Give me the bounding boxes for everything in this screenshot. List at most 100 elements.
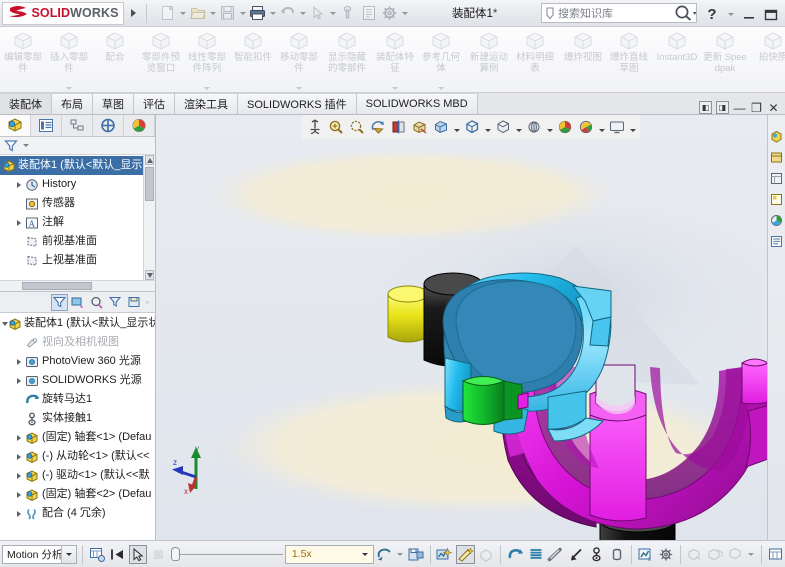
ribbon-button-move-component[interactable]: 移动零部件 [276, 27, 322, 91]
solidworks-logo[interactable]: SOLIDWORKS [2, 1, 124, 25]
property-manager-tab[interactable] [31, 115, 62, 136]
design-library-icon[interactable] [769, 150, 784, 165]
save-view-button[interactable] [127, 294, 144, 311]
loop-mode-dropdown[interactable] [396, 544, 405, 565]
ribbon-button-exploded-view[interactable]: 爆炸视图 [560, 27, 606, 91]
tab-0[interactable]: 装配体 [0, 93, 52, 114]
tree-item[interactable]: 旋转马达1 [0, 390, 155, 409]
restore-doc-left-button[interactable]: ◧ [699, 101, 712, 114]
tree-expander[interactable] [13, 371, 24, 390]
apply-scene-dropdown[interactable] [545, 117, 554, 138]
display-manager-tab[interactable] [124, 115, 155, 136]
animation-wizard-button[interactable] [436, 545, 454, 564]
slider-knob[interactable] [171, 547, 181, 561]
minimize-doc-button[interactable]: — [733, 101, 746, 115]
feature-tree-scrollbar-h[interactable] [0, 280, 155, 291]
scroll-down-arrow[interactable] [145, 270, 154, 280]
feature-tree-scroll-thumb[interactable] [145, 167, 154, 201]
help-dropdown[interactable] [726, 4, 735, 25]
undo-dropdown[interactable] [298, 3, 307, 24]
tree-item[interactable]: PhotoView 360 光源 [0, 352, 155, 371]
tree-expander[interactable] [13, 485, 24, 504]
ribbon-button-bill-of-materials[interactable]: 材料明细表 [512, 27, 558, 91]
tab-1[interactable]: 布局 [52, 93, 93, 114]
filter-dropdown[interactable] [21, 135, 30, 156]
motion-study-type-select[interactable]: Motion 分析 [2, 544, 78, 564]
tree-expander[interactable] [13, 504, 24, 523]
restore-doc-button[interactable]: ❐ [750, 101, 763, 115]
print-document-button[interactable] [247, 3, 268, 24]
ribbon-button-assembly-feature[interactable]: 装配体特征 [372, 27, 418, 91]
section-view-icon[interactable] [389, 117, 409, 138]
new-document-button[interactable] [157, 3, 178, 24]
undo-button[interactable] [277, 3, 298, 24]
scroll-up-arrow[interactable] [145, 155, 154, 165]
filter-tree-button[interactable] [50, 293, 68, 311]
search-input[interactable]: 搜索知识库 [558, 5, 613, 21]
options-dropdown[interactable] [400, 3, 409, 24]
ribbon-button-dropdown[interactable] [204, 87, 210, 90]
view-orientation-icon[interactable] [410, 117, 430, 138]
new-document-dropdown[interactable] [178, 3, 187, 24]
motion-study-properties-button[interactable] [88, 545, 106, 564]
search-icon[interactable] [674, 4, 698, 22]
maximize-button[interactable] [763, 6, 779, 24]
tab-3[interactable]: 评估 [134, 93, 175, 114]
ribbon-button-take-snapshot[interactable]: 拍快照 [750, 27, 785, 91]
add-key-button[interactable] [456, 544, 475, 564]
scene-icon[interactable] [576, 117, 596, 138]
assembly-model[interactable] [156, 115, 785, 540]
results-plots-button[interactable]: x [637, 545, 655, 564]
tab-6[interactable]: SOLIDWORKS MBD [356, 93, 478, 114]
tree-item[interactable]: (-) 驱动<1> (默认<<默 [0, 466, 155, 485]
save-document-dropdown[interactable] [238, 3, 247, 24]
tree-item[interactable]: (固定) 轴套<2> (Defau [0, 485, 155, 504]
solidworks-resources-icon[interactable] [769, 129, 784, 144]
tree-item[interactable]: SOLIDWORKS 光源 [0, 371, 155, 390]
ribbon-button-new-motion-study[interactable]: 新建运动算例 [466, 27, 512, 91]
spring-button[interactable] [527, 545, 545, 564]
play-button[interactable] [128, 544, 148, 564]
viewport-layout-icon[interactable] [607, 117, 627, 138]
rotary-motor-button[interactable] [506, 545, 524, 564]
tree-item[interactable]: 装配体1 (默认<默认_显示状 [0, 156, 155, 175]
tab-4[interactable]: 渲染工具 [175, 93, 238, 114]
tree-item[interactable]: 装配体1 (默认<默认_显示状 [0, 314, 155, 333]
collapse-all-button[interactable] [686, 545, 704, 564]
force-button[interactable] [567, 545, 585, 564]
display-style-dropdown[interactable] [452, 117, 461, 138]
tree-expander[interactable] [13, 213, 24, 232]
timeline-view-button[interactable] [767, 545, 785, 564]
tree-item[interactable]: (-) 从动轮<1> (默认<< [0, 447, 155, 466]
tools-overflow[interactable]: ◦ [146, 297, 149, 307]
edit-appearance-icon[interactable] [493, 117, 513, 138]
ribbon-button-explode-line-sketch[interactable]: 爆炸直线草图 [606, 27, 652, 91]
hide-show-items-button[interactable] [70, 294, 87, 311]
zoom-in-out-icon[interactable] [347, 117, 367, 138]
tree-expander[interactable] [13, 352, 24, 371]
edit-appearance-dropdown[interactable] [514, 117, 523, 138]
dimxpert-manager-tab[interactable] [93, 115, 124, 136]
scene-dropdown[interactable] [597, 117, 606, 138]
tab-2[interactable]: 草图 [93, 93, 134, 114]
tree-expander[interactable] [13, 447, 24, 466]
tree-expander[interactable] [13, 466, 24, 485]
display-style-icon[interactable] [431, 117, 451, 138]
minimize-button[interactable] [741, 6, 757, 24]
tree-item[interactable]: 传感器 [0, 194, 155, 213]
ribbon-button-component-preview[interactable]: 零部件预览窗口 [138, 27, 184, 91]
viewport-layout-dropdown[interactable] [628, 117, 637, 138]
hide-show-items-icon[interactable] [462, 117, 482, 138]
save-document-button[interactable] [217, 3, 238, 24]
ribbon-button-update-speedpak[interactable]: 更新 Speedpak [702, 27, 748, 91]
tree-item[interactable]: 前视基准面 [0, 232, 155, 251]
hide-show-items-dropdown[interactable] [483, 117, 492, 138]
tree-item[interactable]: 视向及相机视图 [0, 333, 155, 352]
open-document-button[interactable] [187, 3, 208, 24]
ribbon-button-reference-geometry[interactable]: 参考几何体 [418, 27, 464, 91]
help-button[interactable]: ? [704, 6, 720, 24]
feature-tree-filter-bar[interactable] [0, 137, 155, 155]
close-doc-button[interactable]: ✕ [767, 101, 780, 115]
contact-button[interactable] [587, 545, 605, 564]
ribbon-button-dropdown[interactable] [438, 87, 444, 90]
